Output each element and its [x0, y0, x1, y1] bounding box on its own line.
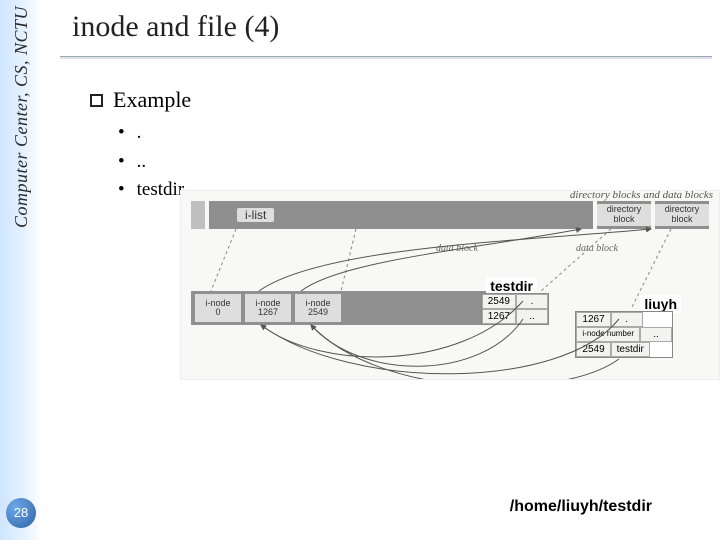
- dir-and-data-label: directory blocks and data blocks: [570, 189, 713, 201]
- ilist-label: i-list: [237, 208, 274, 222]
- ilist-region: i-list: [209, 201, 593, 229]
- footer-path: /home/liuyh/testdir: [510, 498, 652, 516]
- boot-block: [191, 201, 205, 229]
- bullet-example: Example: [90, 87, 712, 113]
- slide-content: inode and file (4) Example . .. testdir …: [60, 0, 712, 540]
- inode-0: i-node 0: [195, 294, 241, 322]
- directory-block-1: directory block: [597, 201, 651, 229]
- square-bullet-icon: [90, 94, 103, 107]
- dir-table-liuyh: 1267 . i-node number .. 2549 testdir: [575, 311, 673, 358]
- data-block-hint-2: data block: [576, 243, 618, 254]
- bullet-dot: .: [118, 119, 712, 148]
- inode-array: i-node 0 i-node 1267 i-node 2549: [191, 291, 497, 325]
- directory-block-2: directory block: [655, 201, 709, 229]
- page-number-badge: 28: [6, 498, 36, 528]
- title-divider: [60, 56, 712, 59]
- bullet-example-label: Example: [113, 87, 191, 113]
- dir-table-testdir: 2549 . 1267 ..: [481, 293, 549, 325]
- bullet-block: Example . .. testdir: [90, 87, 712, 205]
- slide-sidebar: Computer Center, CS, NCTU 28: [0, 0, 42, 540]
- disk-layout-bar: i-list directory block directory block: [191, 201, 709, 229]
- bullet-dotdot: ..: [118, 148, 712, 177]
- inode-diagram: directory blocks and data blocks i-list …: [180, 190, 720, 380]
- slide-title: inode and file (4): [72, 10, 712, 44]
- inode-2549: i-node 2549: [295, 294, 341, 322]
- affiliation-text: Computer Center, CS, NCTU: [0, 6, 42, 228]
- inode-1267: i-node 1267: [245, 294, 291, 322]
- data-block-hint-1: data block: [436, 243, 478, 254]
